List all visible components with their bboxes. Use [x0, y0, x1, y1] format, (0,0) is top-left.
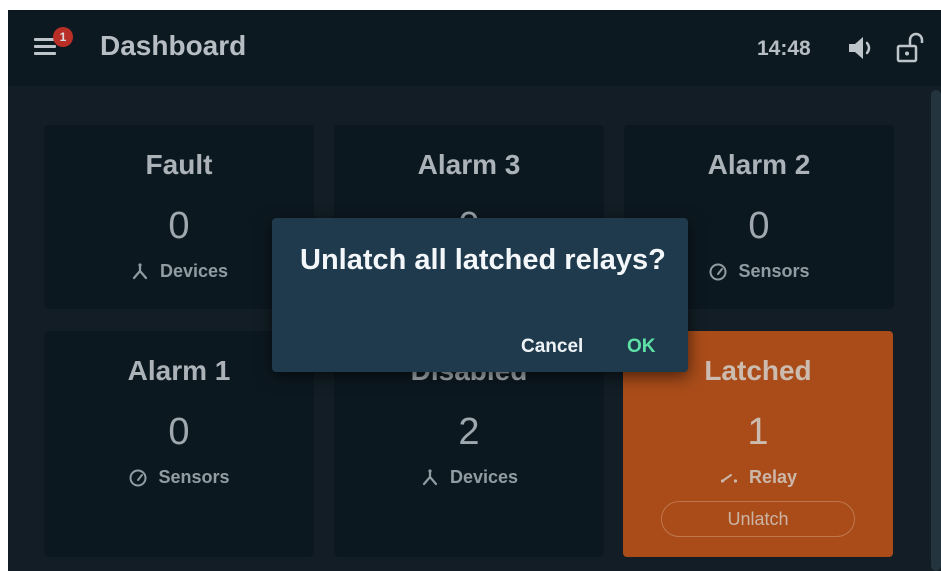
confirm-dialog: Unlatch all latched relays? Cancel OK [272, 218, 688, 372]
app-screen: 1 Dashboard 14:48 Fault 0 Devices Alarm … [8, 10, 941, 571]
cancel-button[interactable]: Cancel [521, 336, 583, 358]
dialog-title: Unlatch all latched relays? [300, 244, 666, 276]
ok-button[interactable]: OK [627, 336, 656, 358]
